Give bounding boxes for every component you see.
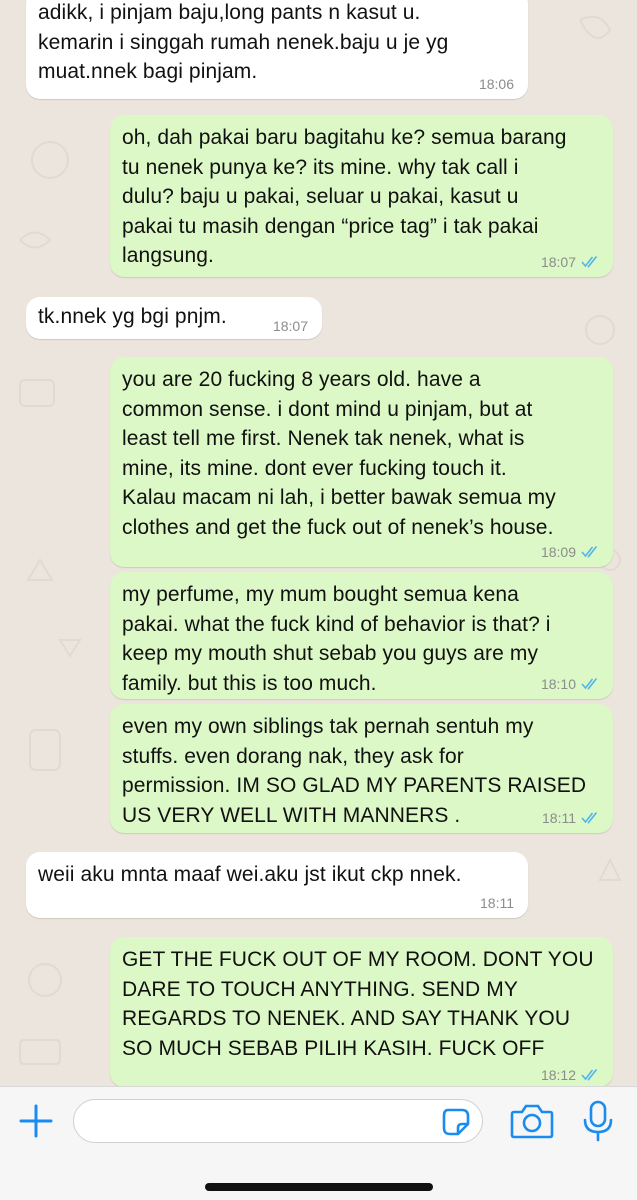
- message-bubble-7[interactable]: weii aku mnta maaf wei.aku jst ikut ckp …: [26, 852, 528, 918]
- message-bubble-1[interactable]: adikk, i pinjam baju,long pants n kasut …: [26, 0, 528, 99]
- message-text: tk.nnek yg bgi pnjm.: [38, 305, 227, 328]
- read-receipt-icon: [581, 546, 598, 558]
- message-meta: 18:11: [542, 810, 599, 826]
- chat-thread[interactable]: adikk, i pinjam baju,long pants n kasut …: [0, 0, 637, 1086]
- message-meta: 18:11: [480, 895, 514, 911]
- message-time: 18:09: [540, 544, 576, 560]
- read-receipt-icon: [581, 678, 598, 690]
- message-time: 18:07: [540, 254, 576, 270]
- composer-bar: [0, 1086, 637, 1200]
- message-meta: 18:12: [541, 1067, 599, 1083]
- message-meta: 18:07: [273, 318, 308, 334]
- message-meta: 18:06: [479, 76, 514, 92]
- message-bubble-3[interactable]: tk.nnek yg bgi pnjm. 18:07: [26, 297, 322, 339]
- message-text: adikk, i pinjam baju,long pants n kasut …: [38, 1, 449, 83]
- message-text: you are 20 fucking 8 years old. have a c…: [122, 368, 556, 539]
- message-text: oh, dah pakai baru bagitahu ke? semua ba…: [122, 126, 567, 267]
- read-receipt-icon: [581, 256, 598, 268]
- home-indicator[interactable]: [205, 1183, 433, 1191]
- message-text: my perfume, my mum bought semua kena pak…: [122, 583, 551, 695]
- camera-icon[interactable]: [510, 1102, 554, 1140]
- sticker-icon[interactable]: [440, 1106, 472, 1138]
- message-bubble-5[interactable]: my perfume, my mum bought semua kena pak…: [110, 572, 613, 699]
- message-input[interactable]: [73, 1099, 483, 1143]
- message-time: 18:11: [480, 895, 514, 911]
- message-text: GET THE FUCK OUT OF MY ROOM. DONT YOU DA…: [122, 948, 594, 1060]
- message-bubble-8[interactable]: GET THE FUCK OUT OF MY ROOM. DONT YOU DA…: [110, 937, 613, 1086]
- read-receipt-icon: [581, 812, 598, 824]
- message-meta: 18:07: [541, 254, 599, 270]
- read-receipt-icon: [581, 1069, 598, 1081]
- plus-icon[interactable]: [16, 1101, 56, 1141]
- message-time: 18:07: [272, 318, 308, 334]
- message-meta: 18:10: [541, 676, 599, 692]
- message-bubble-6[interactable]: even my own siblings tak pernah sentuh m…: [110, 704, 613, 833]
- message-time: 18:12: [540, 1067, 576, 1083]
- message-text: even my own siblings tak pernah sentuh m…: [122, 715, 587, 827]
- message-meta: 18:09: [541, 544, 599, 560]
- message-time: 18:10: [540, 676, 576, 692]
- message-text: weii aku mnta maaf wei.aku jst ikut ckp …: [38, 863, 462, 886]
- message-time: 18:06: [478, 76, 514, 92]
- message-bubble-4[interactable]: you are 20 fucking 8 years old. have a c…: [110, 357, 613, 567]
- message-time: 18:11: [542, 810, 576, 826]
- microphone-icon[interactable]: [580, 1100, 616, 1142]
- message-bubble-2[interactable]: oh, dah pakai baru bagitahu ke? semua ba…: [110, 115, 613, 277]
